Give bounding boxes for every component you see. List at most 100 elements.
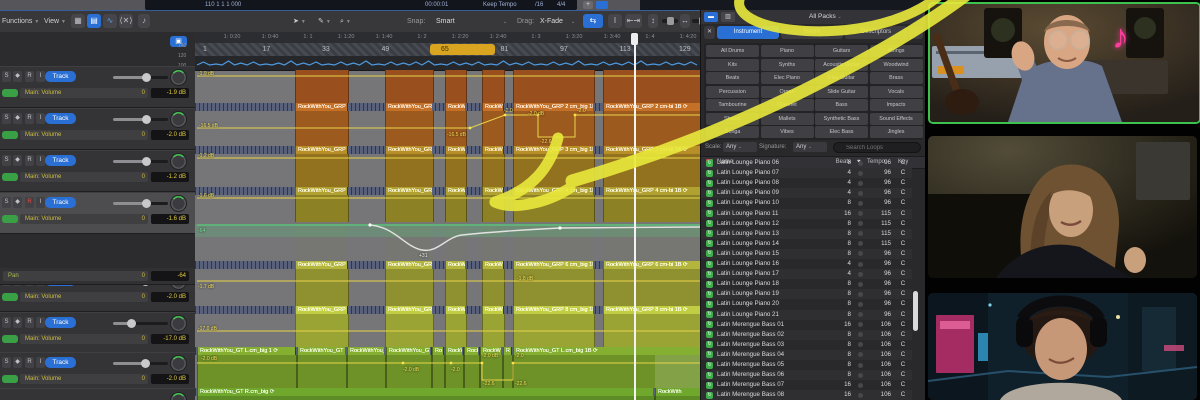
loop-row[interactable]: ↻ Latin Lounge Piano 16 4 96 C bbox=[701, 259, 912, 269]
audio-region[interactable] bbox=[385, 195, 434, 222]
region-title[interactable]: RockWithYou_GRP 6 bbox=[295, 261, 347, 269]
category-vibes[interactable]: Vibes bbox=[760, 126, 814, 138]
region-title[interactable]: RockWithYou_GRP bbox=[385, 146, 432, 154]
automation-value-box[interactable]: -2.0 dB bbox=[151, 130, 189, 140]
category-kits[interactable]: Kits bbox=[706, 58, 759, 71]
audio-region[interactable] bbox=[513, 195, 595, 222]
automation-param-field[interactable]: Main: Volume 0 bbox=[20, 130, 148, 140]
automation-value-box[interactable]: -1.6 dB bbox=[151, 214, 189, 224]
category-conga[interactable]: Conga bbox=[706, 126, 759, 138]
audio-region[interactable] bbox=[445, 314, 467, 347]
loop-row[interactable]: ↻ Latin Lounge Piano 09 4 96 C bbox=[701, 188, 912, 199]
track-header-6[interactable]: S ◆ R I Track Main: Volume 0 -17.0 dB bbox=[0, 312, 195, 354]
track-header-2[interactable]: S ◆ R I Track Main: Volume 0 -2.0 dB bbox=[0, 108, 195, 150]
automation-param-field[interactable]: Main: Volume 0 bbox=[20, 88, 148, 98]
audio-region[interactable] bbox=[295, 70, 349, 103]
track-header-3[interactable]: S ◆ R I Track Main: Volume 0 -1.2 dB bbox=[0, 150, 195, 192]
pan-knob[interactable] bbox=[170, 195, 187, 212]
region-title[interactable]: RockWithYou_GRP bbox=[385, 261, 432, 269]
audio-region[interactable] bbox=[197, 396, 655, 400]
volume-slider[interactable] bbox=[113, 73, 168, 82]
record-button[interactable]: R bbox=[25, 113, 34, 124]
audio-region[interactable] bbox=[385, 154, 434, 187]
audio-region[interactable] bbox=[513, 154, 595, 187]
audio-region[interactable] bbox=[603, 111, 700, 146]
category-elec-piano[interactable]: Elec Piano bbox=[760, 72, 814, 84]
automation-value-box[interactable]: -1.9 dB bbox=[151, 88, 189, 98]
loop-heart-icon[interactable] bbox=[858, 271, 863, 277]
audio-region[interactable] bbox=[385, 269, 434, 306]
flex-icon[interactable]: ⟨✕⟩ bbox=[119, 14, 133, 28]
automation-param-field[interactable]: Main: Volume 0 bbox=[20, 214, 148, 224]
loop-heart-icon[interactable] bbox=[858, 200, 863, 206]
loop-row[interactable]: ↻ Latin Lounge Piano 07 4 96 C bbox=[701, 168, 912, 179]
drag-select[interactable]: X-Fade bbox=[540, 11, 563, 32]
input-monitor-button[interactable]: I bbox=[36, 197, 45, 208]
loop-heart-icon[interactable] bbox=[858, 342, 863, 348]
audio-region[interactable] bbox=[464, 355, 480, 388]
audio-region[interactable] bbox=[655, 396, 700, 400]
volume-slider-thumb[interactable] bbox=[126, 319, 136, 328]
mute-button[interactable]: ◆ bbox=[13, 357, 22, 368]
category-woodwind[interactable]: Woodwind bbox=[869, 58, 923, 71]
record-button[interactable]: R bbox=[25, 71, 34, 82]
region-title[interactable]: RockWi bbox=[445, 306, 465, 314]
loop-row[interactable]: ↻ Latin Lounge Piano 20 8 96 C bbox=[701, 299, 912, 309]
region-title[interactable]: RockWithYou_GRP 3 cm-bi 1B ⟳ bbox=[603, 146, 700, 154]
list-editors-button[interactable] bbox=[596, 1, 608, 9]
loop-row[interactable]: ↻ Latin Lounge Piano 14 8 115 C bbox=[701, 239, 912, 249]
solo-button[interactable]: S bbox=[2, 155, 11, 166]
audio-region[interactable] bbox=[603, 70, 700, 103]
automation-enabled-pill[interactable] bbox=[2, 335, 18, 343]
region-title[interactable]: RockWithYou_GRP 3 bbox=[295, 146, 347, 154]
grid-view-icon[interactable]: ▦ bbox=[71, 14, 85, 28]
volume-slider-thumb[interactable] bbox=[141, 115, 151, 124]
automation-enabled-pill[interactable] bbox=[2, 375, 18, 383]
automation-enabled-pill[interactable] bbox=[2, 293, 18, 301]
loop-row[interactable]: ↻ Latin Merengue Bass 03 8 106 C bbox=[701, 340, 912, 350]
marquee-ibeam-icon[interactable]: I bbox=[608, 14, 622, 28]
audio-region[interactable] bbox=[482, 111, 505, 146]
category-clavinet[interactable]: Clavinet bbox=[760, 99, 814, 111]
loop-row[interactable]: ↻ Latin Lounge Piano 19 8 96 C bbox=[701, 289, 912, 300]
pan-knob[interactable] bbox=[170, 69, 187, 86]
pan-value-box[interactable]: -64 bbox=[151, 271, 189, 281]
loop-row[interactable]: ↻ Latin Lounge Piano 17 4 96 C bbox=[701, 269, 912, 280]
loop-heart-icon[interactable] bbox=[858, 231, 863, 237]
region-title[interactable]: RockWithYou_GT L bbox=[386, 347, 430, 355]
audio-region[interactable] bbox=[295, 154, 349, 187]
region-title[interactable]: RockWi bbox=[482, 306, 503, 314]
loop-row[interactable]: ↻ Latin Lounge Piano 15 8 96 C bbox=[701, 248, 912, 259]
track-name-button[interactable]: Track bbox=[45, 357, 76, 368]
clear-filters-button[interactable]: ✕ bbox=[704, 26, 715, 39]
signature-select[interactable]: Any ⌄ bbox=[793, 142, 827, 152]
category-organ[interactable]: Organ bbox=[760, 85, 814, 98]
loop-row[interactable]: ↻ Latin Lounge Piano 18 8 96 C bbox=[701, 279, 912, 289]
loop-row[interactable]: ↻ Latin Merengue Bass 05 8 106 C bbox=[701, 360, 912, 370]
audio-region[interactable] bbox=[347, 355, 386, 388]
tab-genre[interactable]: Genre bbox=[781, 26, 843, 39]
category-bass[interactable]: Bass bbox=[815, 99, 868, 111]
audio-region[interactable] bbox=[503, 355, 513, 388]
editors-icon[interactable]: ▤ bbox=[87, 14, 101, 28]
volume-slider-thumb[interactable] bbox=[141, 73, 151, 82]
pan-knob[interactable] bbox=[170, 355, 187, 372]
mute-button[interactable]: ◆ bbox=[13, 197, 22, 208]
loop-heart-icon[interactable] bbox=[858, 281, 863, 287]
loop-heart-icon[interactable] bbox=[858, 221, 863, 227]
loop-row[interactable]: ↻ Latin Lounge Piano 13 8 115 C bbox=[701, 228, 912, 239]
loop-heart-icon[interactable] bbox=[858, 190, 863, 196]
favorites-heart-icon[interactable]: ♡ bbox=[909, 26, 923, 39]
region-title[interactable]: RockWi bbox=[482, 261, 503, 269]
category-sound-effects[interactable]: Sound Effects bbox=[869, 112, 923, 125]
automation-value-box[interactable]: -2.0 dB bbox=[151, 292, 189, 302]
column-view-button[interactable]: ▥ bbox=[721, 12, 735, 22]
mute-button[interactable]: ◆ bbox=[13, 155, 22, 166]
audio-region[interactable] bbox=[513, 269, 595, 306]
video-feed-1-active-speaker[interactable]: ♪ bbox=[928, 2, 1200, 124]
video-feed-3[interactable] bbox=[928, 293, 1197, 400]
loop-row[interactable]: ↻ Latin Merengue Bass 02 8 106 C bbox=[701, 329, 912, 340]
automation-param-field[interactable]: Main: Volume 0 bbox=[20, 172, 148, 182]
input-monitor-button[interactable]: I bbox=[36, 71, 45, 82]
category-acoustic-guitar[interactable]: Acoustic Guitar bbox=[815, 58, 868, 71]
